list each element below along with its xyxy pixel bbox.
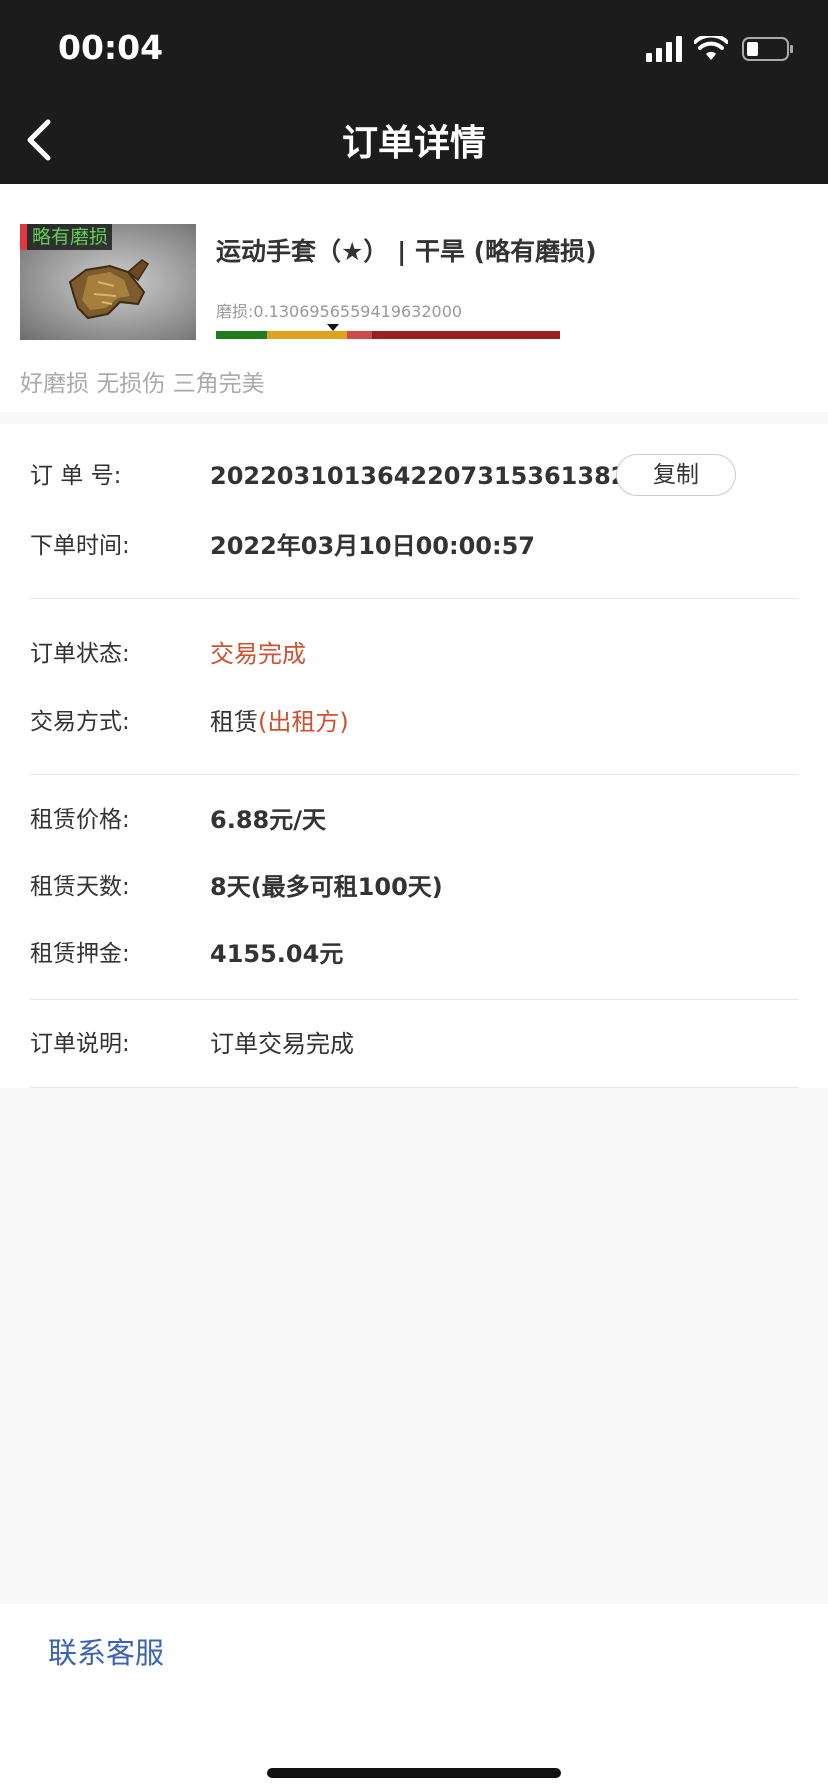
order-status-value: 交易完成 xyxy=(210,640,306,668)
trade-role: (出租方) xyxy=(258,708,349,736)
order-time-row: 下单时间: 2022年03月10日00:00:57 xyxy=(30,526,798,566)
order-time-label: 下单时间: xyxy=(30,533,130,559)
rent-days-row: 租赁天数: 8天(最多可租100天) xyxy=(30,867,798,907)
item-card[interactable]: 略有磨损 运动手套（★） | 干旱 (略有磨损) 磨损:0.1306956559… xyxy=(0,184,828,412)
footer-bar: 联系客服 xyxy=(0,1604,828,1792)
rent-price-row: 租赁价格: 6.88元/天 xyxy=(30,800,798,840)
copy-button[interactable]: 复制 xyxy=(616,454,736,496)
home-indicator[interactable] xyxy=(267,1768,561,1778)
order-note-row: 订单说明: 订单交易完成 xyxy=(30,1024,798,1064)
wear-pointer-icon xyxy=(326,324,339,331)
wear-seg-field-tested xyxy=(347,331,372,339)
order-number-value: 20220310136422073153613824 xyxy=(210,462,645,490)
deposit-label: 租赁押金: xyxy=(30,941,130,967)
battery-icon xyxy=(742,37,793,61)
order-note-value: 订单交易完成 xyxy=(210,1030,354,1058)
item-tags: 好磨损 无损伤 三角完美 xyxy=(20,371,265,397)
divider xyxy=(30,774,798,775)
trade-method-value: 租赁(出租方) xyxy=(210,702,349,742)
rent-price-label: 租赁价格: xyxy=(30,807,130,833)
item-name: 运动手套（★） | 干旱 (略有磨损) xyxy=(216,237,597,266)
status-time: 00:04 xyxy=(58,28,164,67)
float-value-label: 磨损:0.1306956559419632000 xyxy=(216,302,463,321)
rent-days-label: 租赁天数: xyxy=(30,874,130,900)
rent-days-value: 8天(最多可租100天) xyxy=(210,873,443,901)
trade-method-label: 交易方式: xyxy=(30,709,130,735)
order-time-value: 2022年03月10日00:00:57 xyxy=(210,532,535,560)
wear-tag: 略有磨损 xyxy=(20,224,113,250)
wifi-icon xyxy=(694,36,728,60)
nav-bar: 订单详情 xyxy=(0,96,828,184)
deposit-value: 4155.04元 xyxy=(210,940,344,968)
divider xyxy=(30,598,798,599)
rent-price-value: 6.88元/天 xyxy=(210,806,326,834)
wear-seg-factory-new xyxy=(216,331,267,339)
status-bar: 00:04 xyxy=(0,0,828,96)
divider xyxy=(30,1087,798,1088)
order-status-label: 订单状态: xyxy=(30,641,130,667)
order-number-row: 订 单 号: 20220310136422073153613824 复制 xyxy=(30,454,798,496)
order-status-row: 订单状态: 交易完成 xyxy=(30,634,798,674)
trade-method-row: 交易方式: 租赁(出租方) xyxy=(30,702,798,742)
deposit-row: 租赁押金: 4155.04元 xyxy=(30,934,798,974)
glove-icon xyxy=(68,259,150,320)
trade-method-text: 租赁 xyxy=(210,708,258,736)
wear-scale-bar xyxy=(216,324,560,339)
page-title: 订单详情 xyxy=(341,123,486,164)
divider xyxy=(30,999,798,1000)
order-note-label: 订单说明: xyxy=(30,1031,130,1057)
signal-icon xyxy=(646,36,682,62)
item-thumbnail: 略有磨损 xyxy=(20,224,196,340)
contact-support-link[interactable]: 联系客服 xyxy=(48,1630,164,1672)
order-details: 订 单 号: 20220310136422073153613824 复制 下单时… xyxy=(0,424,828,1088)
order-number-label: 订 单 号: xyxy=(30,463,122,489)
wear-seg-battle-scarred xyxy=(372,331,560,339)
